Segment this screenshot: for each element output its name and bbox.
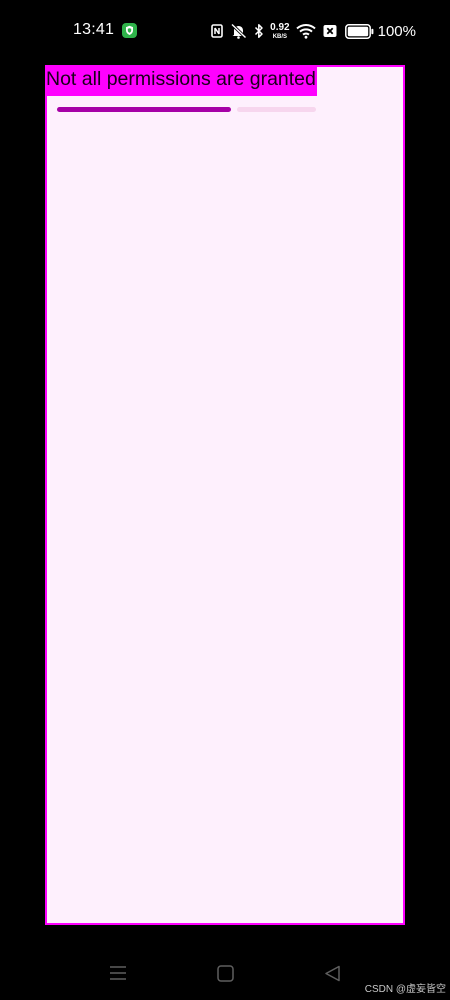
mute-bell-icon [230,23,247,39]
back-button[interactable] [321,962,343,984]
battery-icon [344,23,374,39]
status-time: 13:41 [73,21,115,38]
no-sim-icon [323,24,337,38]
network-speed: 0.92 KB/S [270,21,290,40]
network-speed-unit: KB/S [272,33,288,40]
progress-fill [57,107,231,112]
recents-button[interactable] [107,962,129,984]
nfc-icon [211,24,223,38]
battery-percent: 100% [377,22,416,40]
phone-screen: 13:41 0.92 KB/S 100% Not all permissions… [0,0,450,1000]
network-speed-value: 0.92 [270,21,290,33]
home-square-icon [216,964,234,982]
watermark: CSDN @虚妄皆空 [364,984,446,995]
home-button[interactable] [214,962,236,984]
status-bar: 13:41 0.92 KB/S 100% [0,0,450,60]
progress-indicator [57,107,316,112]
battery: 100% [344,22,416,40]
wifi-icon [295,23,316,39]
status-icons: 0.92 KB/S 100% [211,20,416,42]
progress-track [237,107,316,112]
app-window: Not all permissions are granted [45,65,405,925]
bluetooth-icon [254,23,264,39]
menu-icon [110,966,126,980]
permission-status-title: Not all permissions are granted [46,66,317,96]
back-triangle-icon [324,965,340,981]
shield-icon [122,23,137,38]
